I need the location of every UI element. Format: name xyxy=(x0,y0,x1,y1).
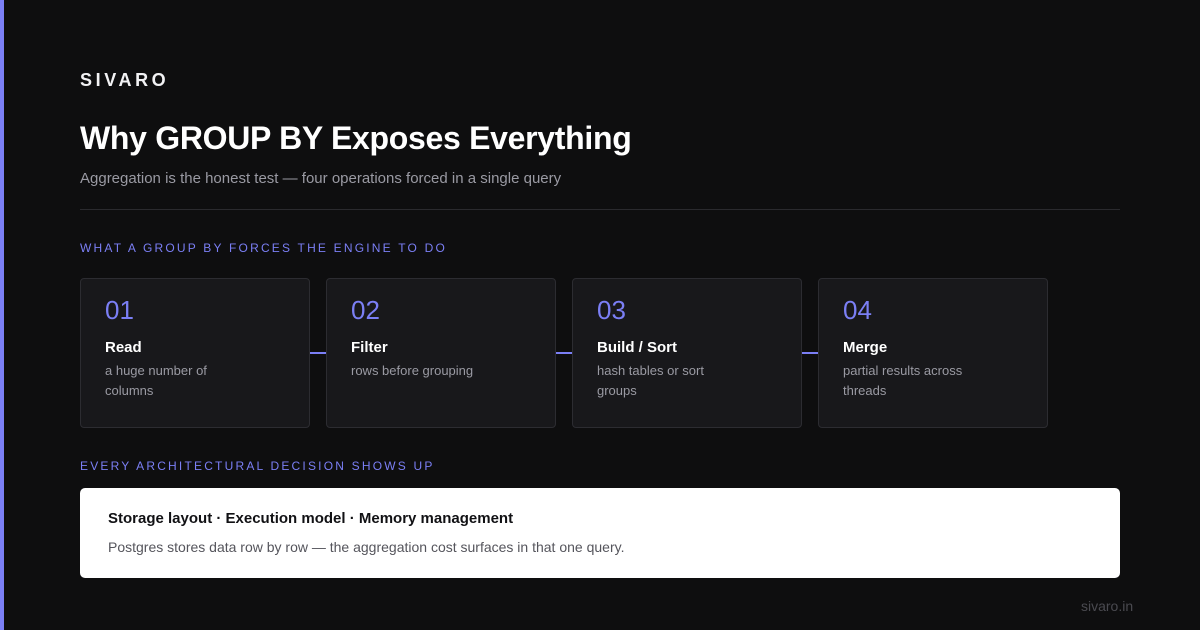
step-card-merge: 04 Merge partial results across threads xyxy=(818,278,1048,428)
step-card-build-sort: 03 Build / Sort hash tables or sort grou… xyxy=(572,278,802,428)
step-number: 02 xyxy=(351,295,380,325)
footer-link[interactable]: sivaro.in xyxy=(1081,598,1133,614)
step-number: 01 xyxy=(105,295,134,325)
page-subtitle: Aggregation is the honest test — four op… xyxy=(80,170,562,187)
step-name: Filter xyxy=(351,339,388,356)
step-description: rows before grouping xyxy=(351,363,474,378)
step-card-filter: 02 Filter rows before grouping xyxy=(326,278,556,428)
callout-title: Storage layout · Execution model · Memor… xyxy=(108,510,514,527)
page-title: Why GROUP BY Exposes Everything xyxy=(80,120,632,156)
section-label-operations: WHAT A GROUP BY FORCES THE ENGINE TO DO xyxy=(80,241,447,255)
brand-logo: SIVARO xyxy=(80,70,170,90)
accent-bar xyxy=(0,0,4,630)
step-card-read: 01 Read a huge number of columns xyxy=(80,278,310,428)
step-number: 03 xyxy=(597,295,626,325)
step-name: Merge xyxy=(843,339,888,356)
slide: SIVARO Why GROUP BY Exposes Everything A… xyxy=(0,0,1200,630)
step-connector xyxy=(556,352,572,354)
step-name: Read xyxy=(105,339,142,356)
divider xyxy=(80,209,1120,210)
callout-box: Storage layout · Execution model · Memor… xyxy=(80,488,1120,578)
callout-body: Postgres stores data row by row — the ag… xyxy=(108,539,625,555)
step-description: hash tables or sort groups xyxy=(597,363,704,398)
step-connector xyxy=(802,352,818,354)
step-description: partial results across threads xyxy=(843,363,963,398)
step-number: 04 xyxy=(843,295,872,325)
section-label-architecture: EVERY ARCHITECTURAL DECISION SHOWS UP xyxy=(80,459,435,473)
step-name: Build / Sort xyxy=(597,339,677,356)
step-connector xyxy=(310,352,326,354)
steps-row: 01 Read a huge number of columns 02 Filt… xyxy=(80,278,1048,428)
step-description: a huge number of columns xyxy=(105,363,207,398)
